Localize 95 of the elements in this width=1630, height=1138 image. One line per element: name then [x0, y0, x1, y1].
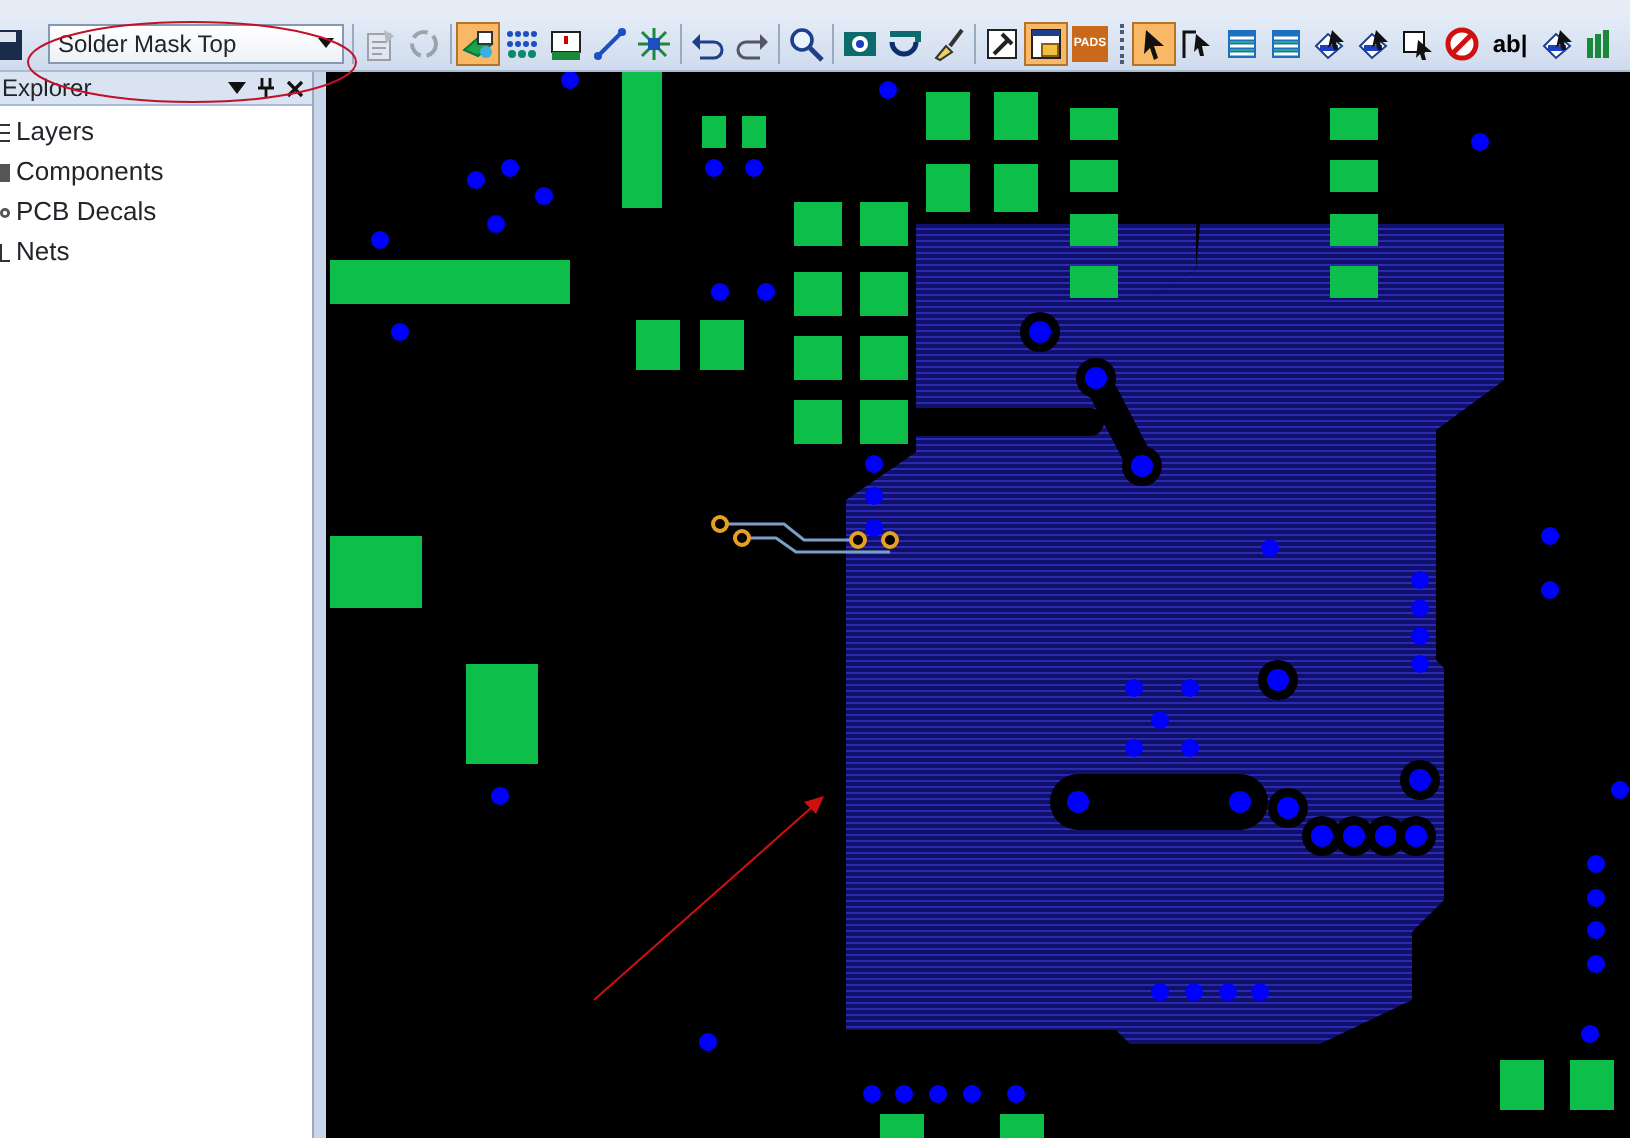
layers-button[interactable]	[456, 21, 500, 65]
pad	[926, 164, 970, 212]
via	[1396, 816, 1436, 856]
dotted-grid-icon	[504, 25, 540, 61]
via	[705, 159, 723, 177]
via	[1020, 312, 1060, 352]
burst-icon	[636, 25, 672, 61]
pin-icon[interactable]	[258, 78, 274, 98]
via	[1611, 781, 1629, 799]
component-cursor-icon	[1540, 25, 1576, 61]
via	[745, 159, 763, 177]
pad	[794, 202, 842, 246]
shape-cursor-icon	[1400, 25, 1436, 61]
pad	[1000, 1114, 1044, 1138]
pad	[1070, 266, 1118, 298]
via	[711, 283, 729, 301]
hammer-icon	[984, 25, 1020, 61]
pad	[1330, 266, 1378, 298]
pad	[636, 320, 680, 370]
stacked-layers-icon	[1268, 25, 1304, 61]
pad	[1330, 160, 1378, 192]
via	[487, 215, 505, 233]
via	[1261, 539, 1279, 557]
pad	[860, 272, 908, 316]
text-tool-button[interactable]: ab|	[1484, 21, 1536, 65]
via	[879, 81, 897, 99]
document-icon	[362, 25, 398, 61]
via	[391, 323, 409, 341]
via	[1400, 760, 1440, 800]
via	[1122, 446, 1162, 486]
via	[1268, 788, 1308, 828]
pad	[860, 202, 908, 246]
pad	[622, 72, 662, 208]
pad	[794, 336, 842, 380]
stacked-layers-icon	[1224, 25, 1260, 61]
pad	[1330, 108, 1378, 140]
via	[1541, 527, 1559, 545]
pcb-canvas[interactable]	[326, 72, 1630, 1138]
pad	[880, 1114, 924, 1138]
via	[1229, 791, 1251, 813]
pad	[1070, 108, 1118, 140]
layers-icon	[460, 25, 496, 61]
pad	[794, 400, 842, 444]
pad	[1570, 1060, 1614, 1110]
via	[757, 283, 775, 301]
component-cursor-icon	[1312, 25, 1348, 61]
pad	[1070, 214, 1118, 246]
tree-item[interactable]: Nets	[16, 232, 70, 272]
refresh-icon	[406, 25, 442, 61]
via	[561, 72, 579, 89]
search-icon	[788, 25, 824, 61]
brush-icon	[930, 25, 966, 61]
prohibited-icon	[1444, 25, 1480, 61]
close-icon[interactable]	[286, 79, 304, 97]
dropdown-arrow-icon[interactable]	[228, 82, 246, 94]
cursor-arrow-button[interactable]	[1132, 21, 1176, 65]
caret-icon	[318, 38, 334, 48]
via	[1258, 660, 1298, 700]
tree-item-icon	[0, 123, 10, 141]
pad	[702, 116, 726, 148]
pad	[742, 116, 766, 148]
layer-dropdown[interactable]: Solder Mask Top	[48, 23, 344, 63]
tree-item-icon	[0, 203, 10, 221]
via	[491, 787, 509, 805]
line-icon	[592, 25, 628, 61]
pad	[994, 164, 1038, 212]
component-cursor-icon	[1356, 25, 1392, 61]
via	[371, 231, 389, 249]
via	[1076, 358, 1116, 398]
pad	[860, 336, 908, 380]
tree-item[interactable]: Layers	[16, 112, 95, 152]
pad	[860, 400, 908, 444]
pad	[994, 92, 1038, 140]
via	[1471, 133, 1489, 151]
tree-item-icon	[0, 163, 10, 181]
pad	[466, 664, 538, 764]
pad	[1500, 1060, 1544, 1110]
folder-window-icon	[1028, 25, 1064, 61]
via	[1007, 1085, 1025, 1103]
tree-item[interactable]: PCB Decals	[16, 192, 157, 232]
via	[1581, 1025, 1599, 1043]
pad	[330, 536, 422, 608]
board-icon	[548, 25, 584, 61]
tree-item-icon	[0, 243, 10, 261]
pad	[1330, 214, 1378, 246]
pad	[1070, 160, 1118, 192]
rotate-icon	[886, 25, 922, 61]
pad	[700, 320, 744, 370]
via	[1541, 581, 1559, 599]
folder-window-button[interactable]	[1024, 21, 1068, 65]
via	[1067, 791, 1089, 813]
pad	[926, 92, 970, 140]
tree-item[interactable]: Components	[16, 152, 164, 192]
pad	[794, 272, 842, 316]
via	[699, 1033, 717, 1051]
